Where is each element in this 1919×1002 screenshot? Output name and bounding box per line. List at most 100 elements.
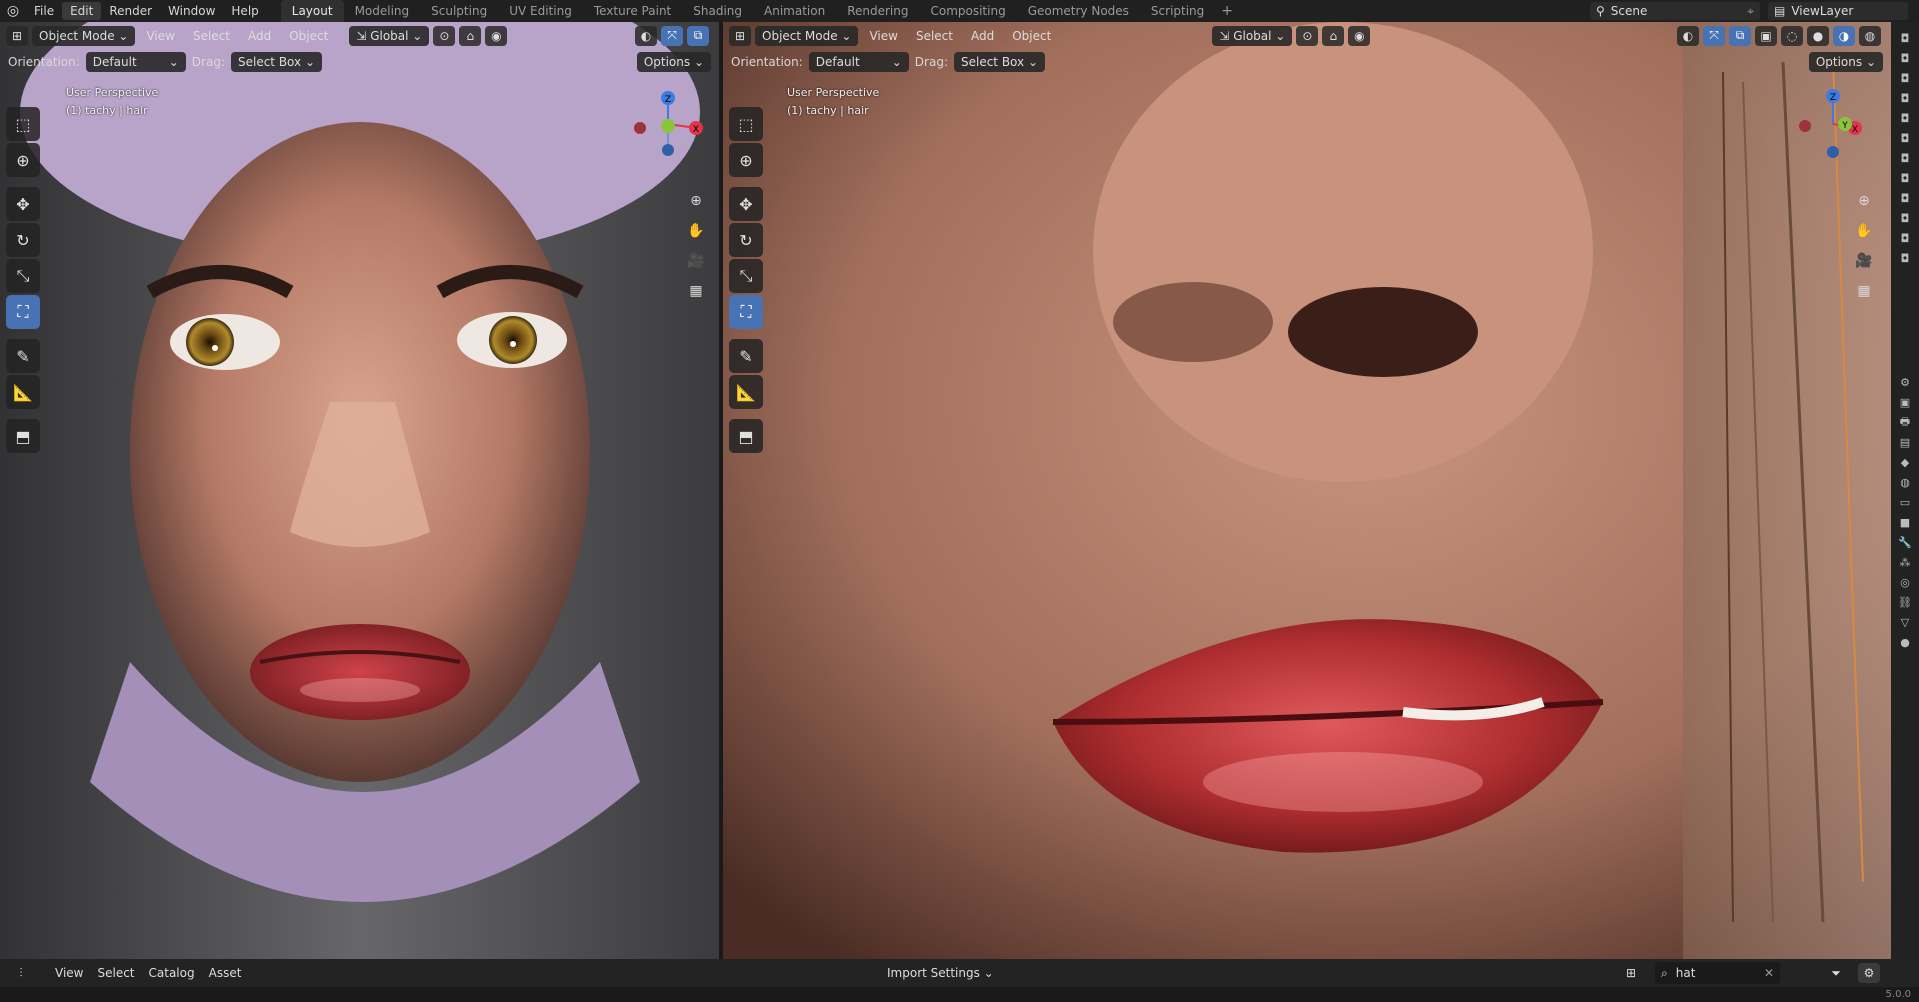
rendered-shading-icon[interactable]: ◍ (1859, 25, 1881, 46)
render-properties-icon[interactable]: ▣ (1895, 394, 1915, 410)
menu-object[interactable]: Object (282, 26, 335, 46)
drag-dropdown[interactable]: Select Box ⌄ (953, 51, 1045, 72)
mode-dropdown[interactable]: Object Mode ⌄ (755, 25, 859, 46)
menu-catalog[interactable]: Catalog (142, 963, 202, 983)
material-shading-icon[interactable]: ◑ (1833, 25, 1855, 46)
add-workspace-icon[interactable]: + (1215, 3, 1239, 19)
pivot-icon[interactable]: ⊙ (1296, 25, 1319, 46)
object-properties-icon[interactable]: ■ (1895, 514, 1915, 530)
menu-help[interactable]: Help (223, 0, 266, 22)
camera-restrict-icon[interactable]: ◘ (1895, 190, 1915, 206)
scale-tool-icon[interactable]: ⤡ (6, 259, 40, 293)
scene-selector[interactable]: ⚲ Scene ⌖ (1590, 2, 1760, 20)
tab-sculpting[interactable]: Sculpting (420, 0, 498, 22)
camera-restrict-icon[interactable]: ◘ (1895, 110, 1915, 126)
move-tool-icon[interactable]: ✥ (6, 187, 40, 221)
tab-scripting[interactable]: Scripting (1140, 0, 1215, 22)
transform-tool-icon[interactable]: ⛶ (6, 295, 40, 329)
menu-view[interactable]: View (48, 963, 90, 983)
move-tool-icon[interactable]: ✥ (729, 187, 763, 221)
physics-properties-icon[interactable]: ◎ (1895, 574, 1915, 590)
orientation-dropdown[interactable]: Default ⌄ (85, 51, 186, 72)
mode-dropdown[interactable]: Object Mode ⌄ (32, 25, 136, 46)
menu-add[interactable]: Add (964, 26, 1001, 46)
camera-restrict-icon[interactable]: ◘ (1895, 210, 1915, 226)
import-settings-dropdown[interactable]: Import Settings ⌄ (880, 963, 1001, 983)
collection-properties-icon[interactable]: ▭ (1895, 494, 1915, 510)
camera-view-icon[interactable]: 🎥 (683, 248, 709, 274)
menu-render[interactable]: Render (101, 0, 160, 22)
view-layer-properties-icon[interactable]: ▤ (1895, 434, 1915, 450)
menu-select[interactable]: Select (186, 26, 237, 46)
camera-restrict-icon[interactable]: ◘ (1895, 170, 1915, 186)
camera-restrict-icon[interactable]: ◘ (1895, 130, 1915, 146)
drag-dropdown[interactable]: Select Box ⌄ (230, 51, 322, 72)
ortho-grid-icon[interactable]: ▦ (1851, 278, 1877, 304)
gizmo-toggle-icon[interactable]: ⤧ (661, 25, 683, 46)
world-properties-icon[interactable]: ◍ (1895, 474, 1915, 490)
material-properties-icon[interactable]: ● (1895, 634, 1915, 650)
camera-view-icon[interactable]: 🎥 (1851, 248, 1877, 274)
menu-view[interactable]: View (862, 26, 904, 46)
blender-logo-icon[interactable]: ◎ (0, 0, 26, 22)
ortho-grid-icon[interactable]: ▦ (683, 278, 709, 304)
visibility-icon[interactable]: ◐ (1677, 25, 1699, 46)
menu-window[interactable]: Window (160, 0, 223, 22)
tab-modeling[interactable]: Modeling (344, 0, 421, 22)
camera-restrict-icon[interactable]: ◘ (1895, 90, 1915, 106)
camera-restrict-icon[interactable]: ◘ (1895, 70, 1915, 86)
pivot-icon[interactable]: ⊙ (433, 25, 456, 46)
zoom-icon[interactable]: ⊕ (1851, 188, 1877, 214)
measure-tool-icon[interactable]: 📐 (729, 375, 763, 409)
particles-properties-icon[interactable]: ⁂ (1895, 554, 1915, 570)
settings-gear-icon[interactable]: ⚙ (1858, 963, 1880, 983)
camera-restrict-icon[interactable]: ◘ (1895, 50, 1915, 66)
gizmo-toggle-icon[interactable]: ⤧ (1703, 25, 1725, 46)
data-properties-icon[interactable]: ▽ (1895, 614, 1915, 630)
display-mode-icon[interactable]: ⊞ (1620, 963, 1642, 983)
wireframe-shading-icon[interactable]: ◌ (1781, 25, 1803, 46)
tab-layout[interactable]: Layout (280, 0, 344, 22)
left-navigation-gizmo[interactable]: Z X (628, 84, 708, 164)
cursor-tool-icon[interactable]: ⊕ (729, 143, 763, 177)
add-cube-tool-icon[interactable]: ⬒ (6, 419, 40, 453)
viewport-right[interactable]: ⊞ Object Mode ⌄ View Select Add Object ⇲… (723, 22, 1891, 959)
tab-texture-paint[interactable]: Texture Paint (583, 0, 682, 22)
output-properties-icon[interactable]: 🖶 (1895, 414, 1915, 430)
editor-type-icon[interactable]: ⊞ (6, 25, 28, 46)
add-cube-tool-icon[interactable]: ⬒ (729, 419, 763, 453)
view-layer-selector[interactable]: ▤ ViewLayer (1768, 2, 1908, 20)
xray-icon[interactable]: ▣ (1755, 25, 1777, 46)
editor-type-icon[interactable]: ⊞ (729, 25, 751, 46)
tab-uv-editing[interactable]: UV Editing (498, 0, 583, 22)
menu-asset[interactable]: Asset (202, 963, 249, 983)
proportional-edit-icon[interactable]: ◉ (485, 25, 508, 46)
asset-search-field[interactable]: ⌕ hat ✕ (1655, 962, 1780, 984)
overlay-toggle-icon[interactable]: ⧉ (1729, 25, 1751, 46)
select-box-tool-icon[interactable]: ⬚ (6, 107, 40, 141)
visibility-icon[interactable]: ◐ (635, 25, 657, 46)
constraints-properties-icon[interactable]: ⛓ (1895, 594, 1915, 610)
solid-shading-icon[interactable]: ● (1807, 25, 1829, 46)
annotate-tool-icon[interactable]: ✎ (729, 339, 763, 373)
menu-object[interactable]: Object (1005, 26, 1058, 46)
orientation-dropdown[interactable]: Default ⌄ (808, 51, 909, 72)
pan-hand-icon[interactable]: ✋ (683, 218, 709, 244)
options-dropdown[interactable]: Options ⌄ (636, 51, 711, 72)
camera-restrict-icon[interactable]: ◘ (1895, 150, 1915, 166)
measure-tool-icon[interactable]: 📐 (6, 375, 40, 409)
pan-hand-icon[interactable]: ✋ (1851, 218, 1877, 244)
tab-animation[interactable]: Animation (753, 0, 836, 22)
tool-properties-icon[interactable]: ⚙ (1895, 374, 1915, 390)
camera-restrict-icon[interactable]: ◘ (1895, 30, 1915, 46)
rotate-tool-icon[interactable]: ↻ (729, 223, 763, 257)
transform-orientation-dropdown[interactable]: ⇲ Global ⌄ (1212, 25, 1293, 46)
annotate-tool-icon[interactable]: ✎ (6, 339, 40, 373)
clear-search-icon[interactable]: ✕ (1764, 966, 1774, 980)
menu-select[interactable]: Select (90, 963, 141, 983)
cursor-tool-icon[interactable]: ⊕ (6, 143, 40, 177)
overlay-toggle-icon[interactable]: ⧉ (687, 25, 709, 46)
proportional-edit-icon[interactable]: ◉ (1348, 25, 1371, 46)
rotate-tool-icon[interactable]: ↻ (6, 223, 40, 257)
pin-icon[interactable]: ⌖ (1747, 4, 1754, 19)
